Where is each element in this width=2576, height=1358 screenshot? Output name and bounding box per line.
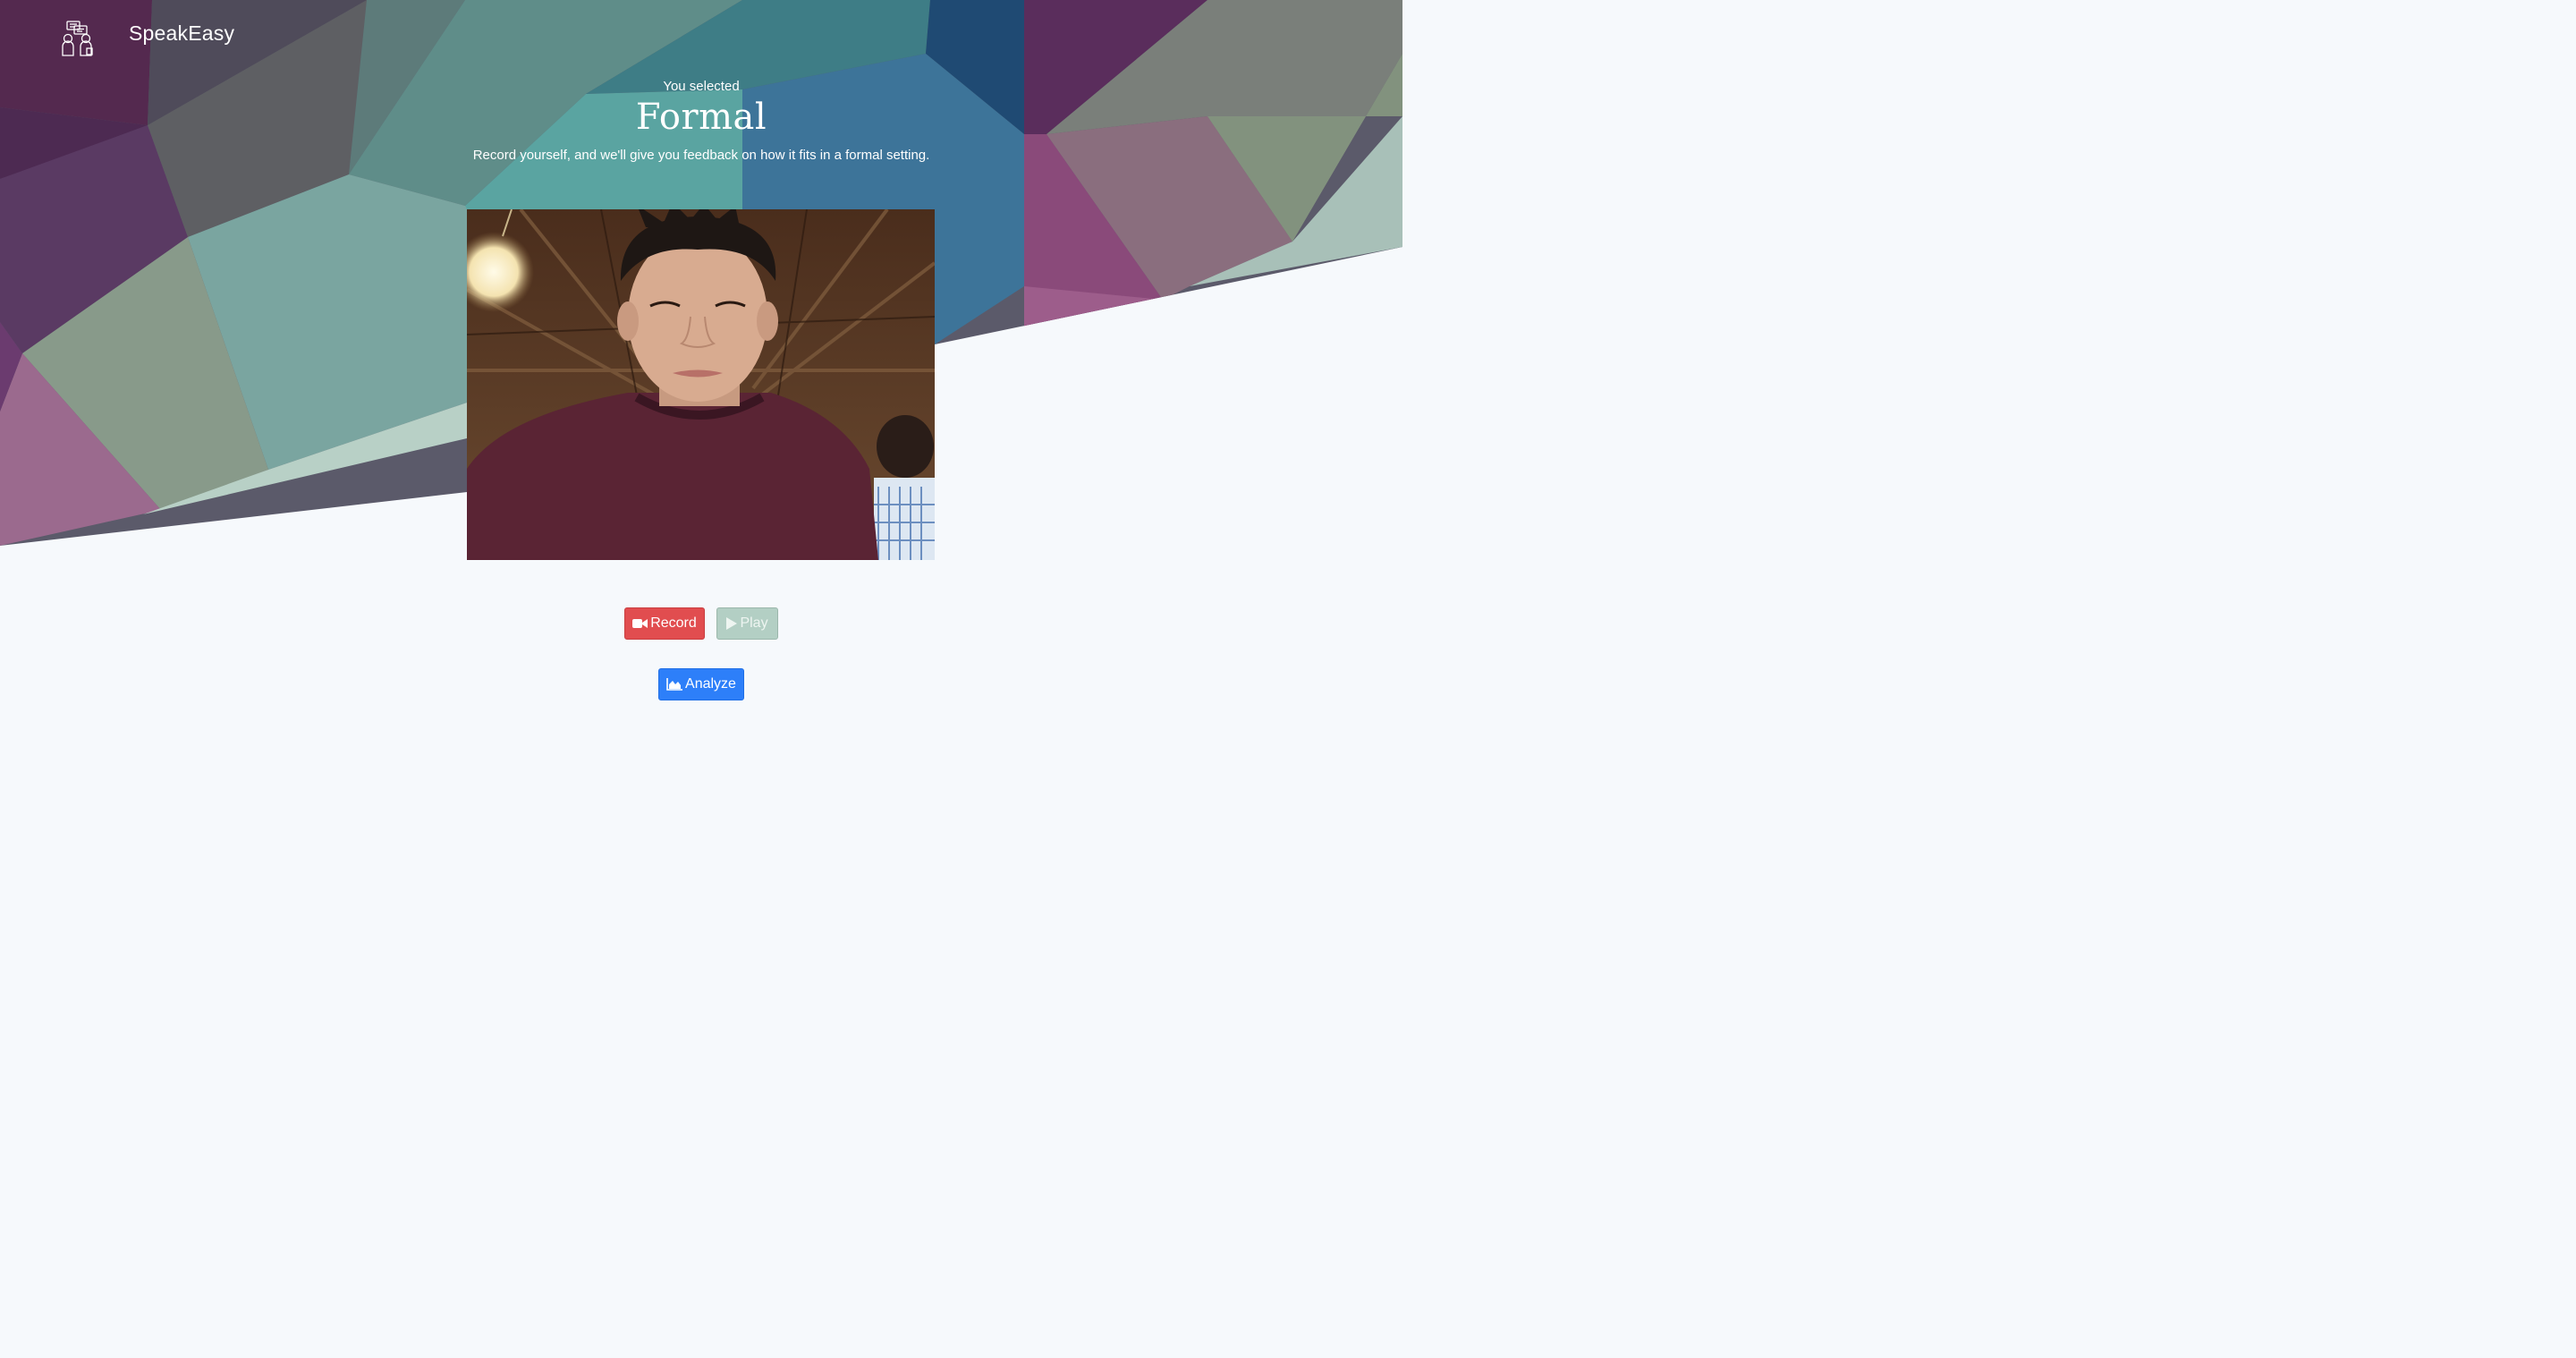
record-button[interactable]: Record — [624, 607, 705, 640]
play-icon — [726, 617, 738, 630]
analyze-label: Analyze — [685, 676, 736, 692]
analyze-button[interactable]: Analyze — [658, 668, 744, 700]
video-camera-icon — [632, 618, 648, 629]
selected-label: You selected — [663, 79, 740, 94]
area-chart-icon — [666, 678, 683, 691]
play-button[interactable]: Play — [716, 607, 778, 640]
webcam-image — [467, 209, 935, 560]
brand-name[interactable]: SpeakEasy — [129, 21, 234, 46]
people-chat-icon[interactable] — [59, 20, 97, 57]
mode-title: Formal — [635, 97, 767, 138]
webcam-preview — [467, 209, 935, 560]
mode-description: Record yourself, and we'll give you feed… — [472, 148, 930, 163]
record-label: Record — [650, 615, 697, 631]
page: SpeakEasy You selected Formal Record you… — [0, 0, 1402, 739]
play-label: Play — [740, 615, 768, 631]
navbar: SpeakEasy — [0, 0, 1402, 77]
